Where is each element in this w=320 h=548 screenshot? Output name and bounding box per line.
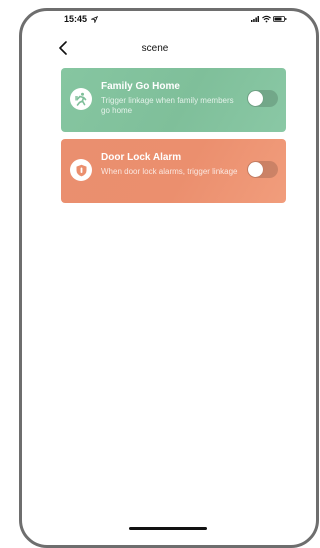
shield-icon <box>76 164 86 176</box>
person-running-icon <box>75 92 87 106</box>
toggle-knob <box>248 91 263 106</box>
scene-card-door-lock-alarm[interactable]: Door Lock Alarm When door lock alarms, t… <box>61 139 286 203</box>
toggle-knob <box>248 162 263 177</box>
battery-icon <box>273 16 287 22</box>
scene-description: When door lock alarms, trigger linkage <box>101 167 238 176</box>
status-time: 15:45 <box>64 14 88 24</box>
scene-toggle-door-lock-alarm[interactable] <box>247 161 278 178</box>
wifi-icon <box>262 15 271 23</box>
scene-card-family-go-home[interactable]: Family Go Home Trigger linkage when fami… <box>61 68 286 132</box>
scene-title: Door Lock Alarm <box>101 152 182 163</box>
scene-icon-badge <box>70 159 92 181</box>
scene-title: Family Go Home <box>101 81 180 92</box>
cellular-signal-icon <box>251 16 259 22</box>
scene-toggle-family-go-home[interactable] <box>247 90 278 107</box>
scene-icon-badge <box>70 88 92 110</box>
page-title: scene <box>141 43 169 54</box>
scene-description: Trigger linkage when family members go h… <box>101 96 234 115</box>
location-arrow-icon <box>91 16 98 23</box>
home-indicator[interactable] <box>129 527 207 530</box>
